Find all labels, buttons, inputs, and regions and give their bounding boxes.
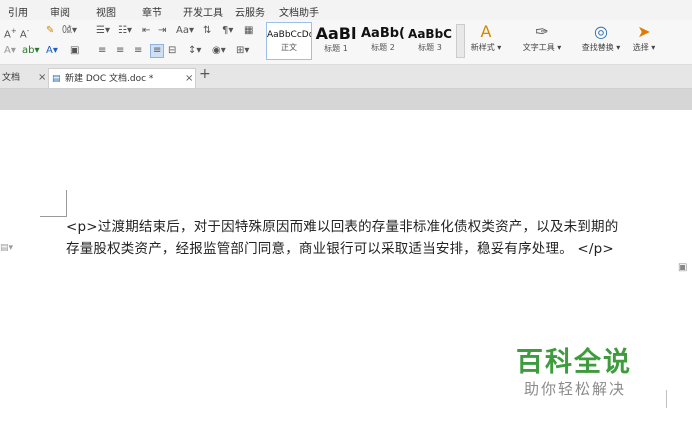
phonetic-guide-icon[interactable]: ㍘▾ [62,25,77,37]
show-marks-icon[interactable]: ¶▾ [222,25,233,37]
document-line: 存量股权类资产，经报监管部门同意，商业银行可以采取适当安排，稳妥有序处理。 </… [66,241,614,257]
new-style-icon: A [480,22,492,41]
numbered-list-icon[interactable]: ☷▾ [118,25,132,37]
paste-options-icon[interactable]: ▤▾ [0,243,13,253]
watermark-subtitle: 助你轻松解决 [524,380,627,398]
new-style-button[interactable]: A 新样式 ▾ [468,22,504,53]
change-case-icon[interactable]: Aa▾ [176,25,194,37]
select-cursor-icon: ➤ [637,22,651,41]
close-icon[interactable]: × [185,69,193,89]
find-replace-icon: ◎ [594,22,608,41]
increase-indent-icon[interactable]: ⇥ [158,25,166,37]
page-edge-mark [666,390,667,408]
menu-item-review[interactable]: 审阅 [50,4,70,19]
close-icon[interactable]: × [38,68,46,88]
clipboard-icon[interactable]: ▣ [678,262,687,273]
sort-icon[interactable]: ⇅ [203,25,211,37]
document-body[interactable]: <p>过渡期结束后，对于因特殊原因而难以回表的存量非标准化债权类资产，以及未到期… [66,216,686,260]
menu-item-cloud-service[interactable]: 云服务 [235,4,265,19]
menu-bar: 引用 审阅 视图 章节 开发工具 云服务 文档助手 [0,0,692,20]
menu-item-chapter[interactable]: 章节 [142,4,162,19]
menu-item-view[interactable]: 视图 [96,4,116,19]
style-gallery-scroll[interactable] [456,24,465,58]
new-tab-button[interactable]: + [199,66,211,82]
text-tools-button[interactable]: ✑ 文字工具 ▾ [518,22,566,53]
menu-item-references[interactable]: 引用 [8,4,28,19]
ribbon-toolbar: A+ A- ✎ ㍘▾ ☰▾ ☷▾ ⇤ ⇥ Aa▾ ⇅ ¶▾ ▦ A▾ ab▾ A… [0,20,692,65]
distributed-align-icon[interactable]: ⊟ [168,45,176,57]
line-spacing-icon[interactable]: ↕▾ [188,45,201,57]
select-button[interactable]: ➤ 选择 ▾ [628,22,660,53]
watermark-title: 百科全说 [516,347,632,378]
align-left-icon[interactable]: ≡ [98,45,106,57]
paragraph-shading-icon[interactable]: ◉▾ [212,45,226,57]
style-gallery: AaBbCcDd 正文 AaBl 标题 1 AaBb( 标题 2 AaBbC 标… [266,22,456,60]
tab-active-document[interactable]: ▤ 新建 DOC 文档.doc * × [48,68,196,88]
document-tab-bar: 文档 × ▤ 新建 DOC 文档.doc * × [0,65,692,89]
character-shading-icon[interactable]: ▣ [70,45,79,57]
tab-document-prev[interactable]: 文档 × [0,68,46,88]
font-effects-icon[interactable]: A▾ [4,45,16,57]
font-grow-icon[interactable]: A+ A- [4,25,29,41]
find-replace-button[interactable]: ◎ 查找替换 ▾ [576,22,626,53]
highlight-color-icon[interactable]: ab▾ [22,45,40,57]
clear-format-icon[interactable]: ✎ [46,25,54,37]
style-heading-3[interactable]: AaBbC 标题 3 [407,22,453,60]
style-heading-1[interactable]: AaBl 标题 1 [313,22,359,60]
align-right-icon[interactable]: ≡ [134,45,142,57]
font-color-icon[interactable]: A▾ [46,45,58,57]
style-heading-2[interactable]: AaBb( 标题 2 [360,22,406,60]
table-borders-icon[interactable]: ▦ [244,25,253,37]
ruler-strip [0,89,692,110]
menu-item-developer-tools[interactable]: 开发工具 [183,4,223,19]
decrease-indent-icon[interactable]: ⇤ [142,25,150,37]
document-line: <p>过渡期结束后，对于因特殊原因而难以回表的存量非标准化债权类资产，以及未到期… [66,219,619,235]
style-normal[interactable]: AaBbCcDd 正文 [266,22,312,60]
borders-icon[interactable]: ⊞▾ [236,45,249,57]
text-tools-icon: ✑ [535,22,549,41]
menu-item-doc-assistant[interactable]: 文档助手 [279,4,319,19]
align-center-icon[interactable]: ≡ [116,45,124,57]
page-corner-mark [40,190,67,217]
doc-file-icon: ▤ [52,74,61,84]
bullet-list-icon[interactable]: ☰▾ [96,25,110,37]
justify-icon[interactable]: ≡ [150,44,165,58]
